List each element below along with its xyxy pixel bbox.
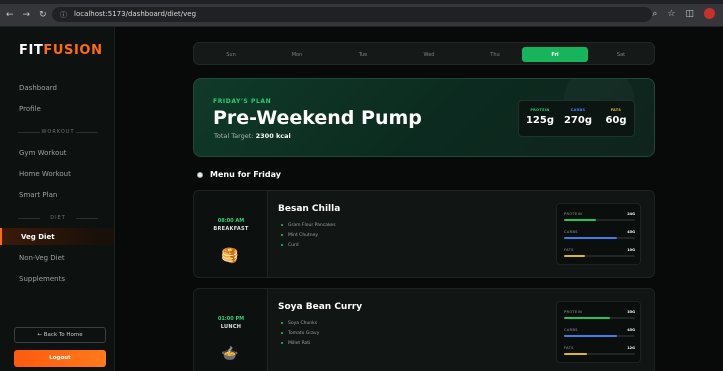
macro-label: PROTEIN [530, 108, 550, 112]
macro-bar-track [564, 219, 635, 221]
macro-bar-track [564, 353, 635, 355]
bookmark-star-icon[interactable]: ☆ [667, 9, 675, 19]
day-tab-tue[interactable]: Tue [330, 47, 396, 62]
macro-bar-track [564, 237, 635, 239]
macro-value: 125g [525, 115, 555, 126]
sidebar: FITFUSION Dashboard Profile WORKOUT Gym … [0, 27, 115, 371]
macro-bar-label: CARBS [564, 230, 578, 234]
url-text: localhost:5173/dashboard/diet/veg [74, 10, 197, 18]
macro-carbs: CARBS 270g [561, 108, 595, 126]
ingredient: Curd [281, 243, 299, 248]
macro-bar-value: 45G [627, 230, 635, 234]
zoom-icon[interactable]: ⌕ [652, 9, 657, 19]
main-content: Sun Mon Tue Wed Thu Fri Sat FRIDAY'S PLA… [115, 27, 723, 371]
macro-bar-label: PROTEIN [564, 310, 583, 314]
app-logo[interactable]: FITFUSION [19, 43, 103, 58]
browser-tabstrip [0, 0, 723, 4]
target-value: 2300 kcal [255, 132, 291, 140]
plan-day-tag: FRIDAY'S PLAN [213, 98, 272, 105]
plan-target: Total Target: 2300 kcal [214, 132, 291, 140]
macro-bar-value: 35G [627, 310, 635, 314]
sidebar-item-home-workout[interactable]: Home Workout [19, 170, 71, 178]
macro-bar-fill [564, 219, 596, 221]
address-bar[interactable]: ⓘ localhost:5173/dashboard/diet/veg [52, 7, 652, 22]
macro-bar-fill [564, 237, 618, 239]
macro-bar-label: CARBS [564, 328, 578, 332]
plan-hero-card: FRIDAY'S PLAN Pre-Weekend Pump Total Tar… [193, 78, 655, 157]
reload-icon[interactable]: ↻ [39, 10, 47, 20]
macro-protein: PROTEIN 125g [523, 108, 557, 126]
day-tab-sun[interactable]: Sun [198, 47, 264, 62]
macro-bar-track [564, 335, 635, 337]
dish-name: Soya Bean Curry [278, 302, 363, 312]
macro-fats: FATS 60g [599, 108, 633, 126]
day-tab-fri[interactable]: Fri [522, 47, 588, 62]
dish-name: Besan Chilla [278, 204, 341, 214]
forward-arrow-icon[interactable]: → [23, 10, 31, 20]
sidebar-item-profile[interactable]: Profile [19, 105, 41, 113]
browser-chrome: ← → ↻ ⓘ localhost:5173/dashboard/diet/ve… [0, 0, 723, 27]
ingredient: Millet Roti [281, 341, 310, 346]
sidebar-item-gym-workout[interactable]: Gym Workout [19, 149, 67, 157]
sidebar-item-supplements[interactable]: Supplements [19, 275, 65, 283]
ingredient: Tomato Gravy [281, 331, 319, 336]
day-tab-wed[interactable]: Wed [396, 47, 462, 62]
macro-value: 60g [605, 115, 627, 126]
macro-bar-label: FATS [564, 346, 574, 350]
sidebar-item-veg-diet[interactable]: Veg Diet [0, 228, 114, 245]
profile-avatar[interactable] [704, 8, 715, 19]
plan-macros: PROTEIN 125g CARBS 270g FATS 60g [518, 100, 635, 137]
pancake-icon: 🥞 [221, 248, 239, 264]
sidebar-item-label: Veg Diet [21, 233, 55, 241]
ingredient: Gram Flour Pancakes [281, 223, 336, 228]
macro-bar-fill [564, 317, 611, 319]
ingredient: Mint Chutney [281, 233, 318, 238]
day-tab-thu[interactable]: Thu [462, 47, 528, 62]
ingredient: Soya Chunks [281, 321, 317, 326]
macro-bar-value: 10G [627, 248, 635, 252]
macro-bar-fill [564, 335, 618, 337]
macro-bar-fill [564, 255, 586, 257]
macro-bar-fill [564, 353, 587, 355]
macro-label: FATS [610, 108, 622, 112]
sidebar-item-dashboard[interactable]: Dashboard [19, 84, 57, 92]
meal-card-lunch: 01:00 PM LUNCH 🍲 Soya Bean Curry Soya Ch… [193, 288, 655, 371]
macro-bar-track [564, 317, 635, 319]
macro-bar-value: 24G [627, 212, 635, 216]
browser-nav: ← → ↻ [6, 10, 47, 20]
meal-macro-bars: PROTEIN 24G CARBS 45G FATS 10G [556, 203, 641, 265]
menu-bullet-icon [197, 172, 203, 178]
site-info-icon[interactable]: ⓘ [60, 10, 67, 20]
meal-macro-bars: PROTEIN 35G CARBS 45G FATS 12G [556, 301, 641, 363]
macro-bar-value: 12G [627, 346, 635, 350]
sidebar-section-workout: WORKOUT [18, 129, 98, 135]
back-to-home-button[interactable]: ← Back To Home [14, 327, 106, 343]
target-label: Total Target: [214, 132, 254, 140]
back-arrow-icon[interactable]: ← [6, 10, 14, 20]
day-tab-sat[interactable]: Sat [588, 47, 654, 62]
plan-title: Pre-Weekend Pump [213, 107, 422, 129]
meal-type: LUNCH [220, 324, 242, 330]
meal-time: 08:00 AM [217, 218, 245, 224]
macro-label: CARBS [570, 108, 586, 112]
meal-card-breakfast: 08:00 AM BREAKFAST 🥞 Besan Chilla Gram F… [193, 190, 655, 278]
logout-button[interactable]: Logout [14, 350, 106, 367]
sidebar-section-diet: DIET [18, 215, 98, 221]
meal-type: BREAKFAST [213, 226, 249, 232]
macro-value: 270g [563, 115, 593, 126]
browser-actions: ⌕ ☆ ◫ [652, 8, 715, 19]
macro-bar-track [564, 255, 635, 257]
macro-bar-value: 45G [627, 328, 635, 332]
meal-time: 01:00 PM [217, 316, 245, 322]
day-tab-mon[interactable]: Mon [264, 47, 330, 62]
curry-bowl-icon: 🍲 [221, 346, 239, 362]
sidebar-item-smart-plan[interactable]: Smart Plan [19, 191, 57, 199]
sidebar-item-nonveg-diet[interactable]: Non-Veg Diet [19, 254, 65, 262]
macro-bar-label: PROTEIN [564, 212, 583, 216]
menu-title: Menu for Friday [210, 170, 282, 179]
day-selector: Sun Mon Tue Wed Thu Fri Sat [193, 42, 655, 65]
extensions-icon[interactable]: ◫ [685, 9, 694, 19]
macro-bar-label: FATS [564, 248, 574, 252]
